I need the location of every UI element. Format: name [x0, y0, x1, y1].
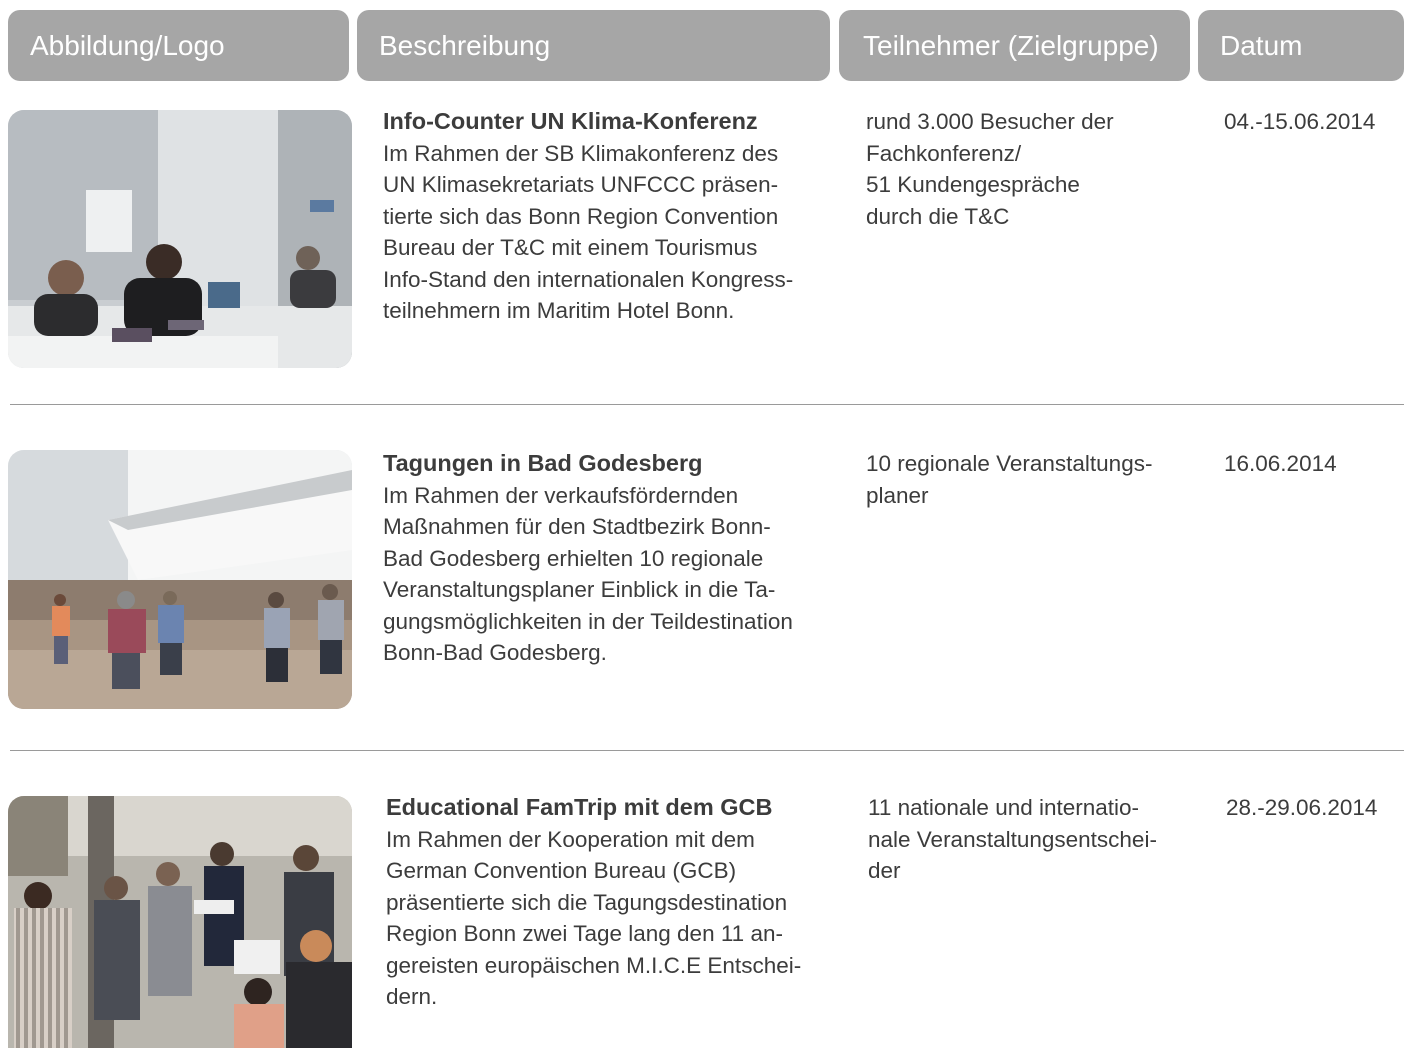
participants-row-1: rund 3.000 Besucher der Fachkonferenz/ 5…: [866, 106, 1186, 232]
event-title: Educational FamTrip mit dem GCB: [386, 794, 773, 820]
participants-line: 11 nationale und internatio-: [868, 795, 1140, 820]
description-line: Bonn-Bad Godesberg.: [383, 640, 607, 665]
description-line: German Convention Bureau (GCB): [386, 858, 737, 883]
description-row-1: Info-Counter UN Klima-Konferenz Im Rahme…: [383, 106, 833, 327]
participants-line: Fachkonferenz/: [866, 140, 1022, 166]
description-row-3: Educational FamTrip mit dem GCB Im Rahme…: [386, 792, 836, 1013]
description-line: tierte sich das Bonn Region Convention: [383, 203, 779, 229]
description-line: Maßnahmen für den Stadtbezirk Bonn-: [383, 514, 771, 539]
participants-line: durch die T&C: [866, 203, 1010, 229]
description-line: Im Rahmen der verkaufsfördernden: [383, 482, 739, 508]
date-row-2: 16.06.2014: [1224, 451, 1337, 476]
event-title: Tagungen in Bad Godesberg: [383, 450, 703, 476]
description-line: präsentierte sich die Tagungsdestination: [386, 889, 788, 915]
description-line: Bad Godesberg erhielten 10 regionale: [383, 545, 764, 571]
photo-bad-godesberg: [8, 450, 352, 709]
participants-row-2: 10 regionale Veranstaltungs- planer: [866, 448, 1186, 511]
description-line: Info-Stand den internationalen Kongress-: [383, 266, 794, 292]
description-line: UN Klimasekretariats UNFCCC präsen-: [383, 172, 779, 197]
description-line: gereisten europäischen M.I.C.E Entschei-: [386, 952, 802, 978]
header-datum: Datum: [1198, 10, 1404, 81]
photo-famtrip: [8, 796, 352, 1048]
event-title: Info-Counter UN Klima-Konferenz: [383, 108, 758, 134]
description-line: Region Bonn zwei Tage lang den 11 an-: [386, 921, 783, 946]
participants-line: rund 3.000 Besucher der: [866, 109, 1114, 134]
date-row-1: 04.-15.06.2014: [1224, 109, 1376, 134]
participants-line: planer: [866, 482, 929, 508]
description-line: Bureau der T&C mit einem Tourismus: [383, 235, 758, 260]
date-row-3: 28.-29.06.2014: [1226, 795, 1378, 820]
header-beschreibung: Beschreibung: [357, 10, 830, 81]
row-divider: [10, 404, 1404, 405]
description-line: Im Rahmen der Kooperation mit dem: [386, 826, 755, 852]
participants-row-3: 11 nationale und internatio- nale Verans…: [868, 792, 1188, 887]
description-row-2: Tagungen in Bad Godesberg Im Rahmen der …: [383, 448, 833, 669]
header-abbildung-logo: Abbildung/Logo: [8, 10, 349, 81]
row-divider: [10, 750, 1404, 751]
description-line: teilnehmern im Maritim Hotel Bonn.: [383, 298, 735, 323]
participants-line: der: [868, 858, 901, 883]
description-line: Im Rahmen der SB Klimakonferenz des: [383, 140, 779, 166]
header-teilnehmer: Teilnehmer (Zielgruppe): [839, 10, 1190, 81]
participants-line: nale Veranstaltungsentschei-: [868, 826, 1157, 852]
page: Abbildung/Logo Beschreibung Teilnehmer (…: [0, 0, 1408, 1048]
participants-line: 51 Kundengespräche: [866, 172, 1080, 197]
participants-line: 10 regionale Veranstaltungs-: [866, 451, 1153, 476]
description-line: dern.: [386, 984, 438, 1009]
description-line: Veranstaltungsplaner Einblick in die Ta-: [383, 577, 776, 602]
description-line: gungsmöglichkeiten in der Teildestinatio…: [383, 608, 793, 634]
photo-info-counter: [8, 110, 352, 368]
